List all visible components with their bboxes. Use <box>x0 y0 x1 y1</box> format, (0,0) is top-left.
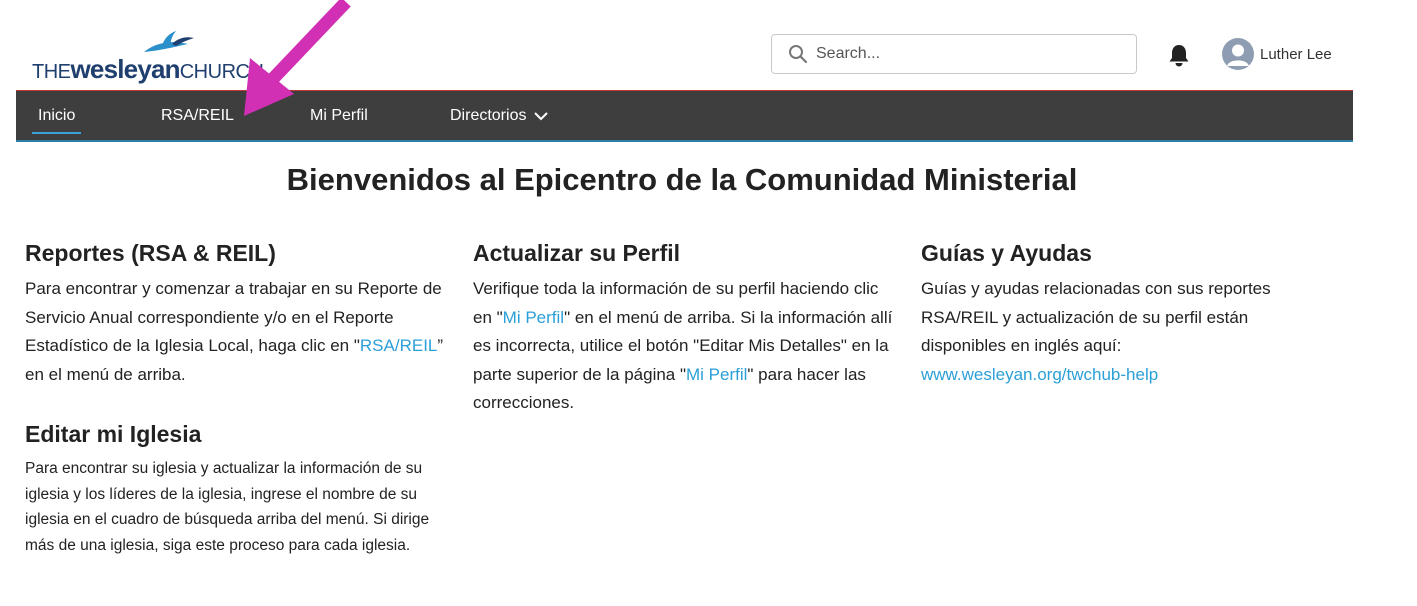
search-input[interactable] <box>816 45 1116 63</box>
logo-church: CHURCH <box>179 61 264 83</box>
nav-item-inicio[interactable]: Inicio <box>31 91 82 141</box>
bell-icon[interactable] <box>1168 43 1190 67</box>
logo-the: THE <box>32 61 71 83</box>
main-nav: Inicio RSA/REIL Mi Perfil Directorios <box>16 90 1353 142</box>
user-name: Luther Lee <box>1260 45 1332 63</box>
section-heading-reportes: Reportes (RSA & REIL) <box>25 240 276 266</box>
logo-wordmark: THEwesleyanCHURCH <box>32 54 264 85</box>
section-text-perfil: Verifique toda la información de su perf… <box>473 275 898 418</box>
section-text-guias: Guías y ayudas relacionadas con sus repo… <box>921 275 1291 389</box>
search-icon <box>788 44 808 64</box>
mi-perfil-link[interactable]: Mi Perfil <box>503 308 564 327</box>
section-guias: Guías y Ayudas Guías y ayudas relacionad… <box>921 240 1291 389</box>
guias-text: Guías y ayudas relacionadas con sus repo… <box>921 279 1271 355</box>
wesleyan-church-logo[interactable]: THEwesleyanCHURCH <box>32 30 272 84</box>
logo-wesleyan: wesleyan <box>70 54 181 84</box>
section-heading-editar: Editar mi Iglesia <box>25 421 202 447</box>
flame-dove-logo-icon <box>144 31 194 52</box>
section-heading-perfil: Actualizar su Perfil <box>473 240 681 266</box>
section-reportes: Reportes (RSA & REIL) Para encontrar y c… <box>25 240 445 389</box>
rsa-reil-link[interactable]: RSA/REIL <box>360 336 437 355</box>
search-box[interactable] <box>771 34 1137 74</box>
section-perfil: Actualizar su Perfil Verifique toda la i… <box>473 240 898 418</box>
section-editar-iglesia: Editar mi Iglesia Para encontrar su igle… <box>25 421 445 558</box>
nav-item-rsa-reil[interactable]: RSA/REIL <box>161 91 234 141</box>
chevron-down-icon <box>534 112 549 121</box>
user-avatar-icon <box>1222 38 1254 70</box>
nav-item-mi-perfil[interactable]: Mi Perfil <box>310 91 368 141</box>
section-text-reportes: Para encontrar y comenzar a trabajar en … <box>25 275 445 389</box>
page-title: Bienvenidos al Epicentro de la Comunidad… <box>286 162 1078 197</box>
mi-perfil-link-2[interactable]: Mi Perfil <box>686 365 747 384</box>
user-menu[interactable]: Luther Lee <box>1222 38 1332 70</box>
section-text-editar: Para encontrar su iglesia y actualizar l… <box>25 460 430 554</box>
section-heading-guias: Guías y Ayudas <box>921 240 1092 266</box>
twchub-help-link[interactable]: www.wesleyan.org/twchub-help <box>921 365 1158 384</box>
nav-item-directorios-label: Directorios <box>450 107 527 124</box>
nav-item-directorios[interactable]: Directorios <box>450 91 549 141</box>
